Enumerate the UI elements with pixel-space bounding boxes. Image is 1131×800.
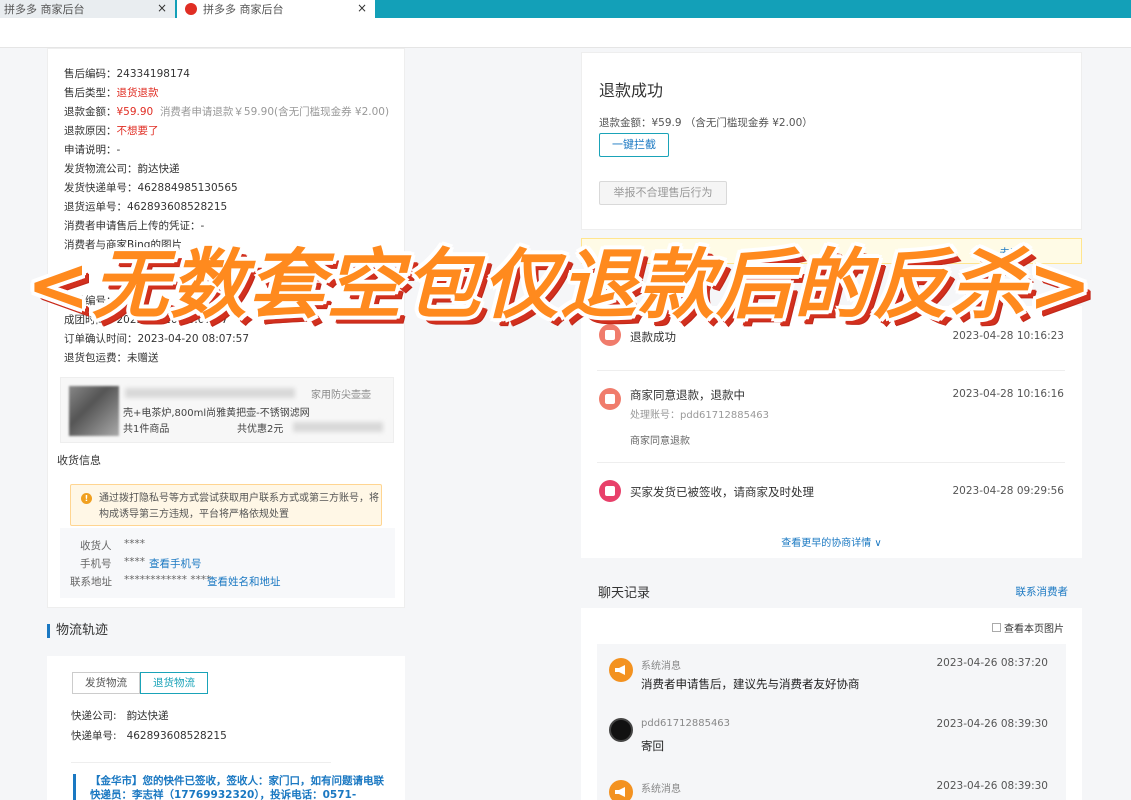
message-time: 2023-04-26 08:37:20 xyxy=(936,657,1048,669)
receiver-info-box: 收货人 **** 手机号 **** 查看手机号 联系地址 ***********… xyxy=(60,528,395,598)
chat-title: 聊天记录 xyxy=(598,586,651,601)
logistics-number: 快递单号: 462893608528215 xyxy=(71,730,227,742)
timeline-item-title: 商家同意退款，退款中 xyxy=(630,388,745,402)
contact-buyer-link[interactable]: 联系消费者 xyxy=(1016,584,1069,599)
ship-number: 发货快递单号：462884985130565 xyxy=(64,182,238,194)
browser-tab-bar: 拼多多 商家后台 × 拼多多 商家后台 × xyxy=(0,0,1131,18)
close-icon[interactable]: × xyxy=(357,1,367,15)
message-list[interactable]: 系统消息 2023-04-26 08:37:20 消费者申请售后，建议先与消费者… xyxy=(597,644,1066,800)
product-name-line1: 家用防尖壶壶 xyxy=(311,390,371,401)
top-strip xyxy=(0,18,1131,48)
checkbox-label: 查看本页图片 xyxy=(1004,624,1064,635)
tab-label: 拼多多 商家后台 xyxy=(203,3,284,16)
package-icon xyxy=(599,480,621,502)
chat-record-card: 聊天记录 联系消费者 查看本页图片 系统消息 2023-04-26 08:37:… xyxy=(581,572,1082,800)
tab-label: 拼多多 商家后台 xyxy=(4,3,85,16)
receiver-name-value: **** xyxy=(124,538,145,550)
refund-amount-summary: 退款金额：¥59.9 （含无门槛现金券 ¥2.00） xyxy=(599,117,813,129)
timeline-item-time: 2023-04-28 10:16:16 xyxy=(952,388,1064,400)
return-waybill: 退货运单号：462893608528215 xyxy=(64,201,228,213)
receiver-section-title: 收货信息 xyxy=(57,454,101,467)
refund-amount: 退款金额：¥59.90 消费者申请退款￥59.90(含无门槛现金券 ¥2.00) xyxy=(64,106,390,118)
return-shipping: 退货包运费：未赠送 xyxy=(64,352,159,364)
receiver-phone-value: **** xyxy=(124,556,145,568)
browser-tab-1[interactable]: 拼多多 商家后台 × xyxy=(0,0,175,18)
privacy-warning: ! 通过拨打隐私号等方式尝试获取用户联系方式或第三方账号，将构成诱导第三方违规，… xyxy=(70,484,382,526)
apply-note: 申请说明：- xyxy=(64,144,121,156)
product-name-line2: 壳+电茶炉,800ml尚雅黄把壶-不锈钢滤网 xyxy=(123,408,310,419)
timeline-item-time: 2023-04-28 09:29:56 xyxy=(952,485,1064,497)
view-earlier-link[interactable]: 查看更早的协商详情 ∨ xyxy=(581,534,1082,549)
logistics-company: 快递公司: 韵达快递 xyxy=(71,710,169,722)
tab-return-logistics[interactable]: 退货物流 xyxy=(140,672,208,694)
receiver-name-label: 收货人 xyxy=(80,540,112,552)
message-sender: pdd61712885463 xyxy=(641,718,731,729)
refund-reason: 退款原因：不想要了 xyxy=(64,125,159,137)
product-item[interactable]: 家用防尖壶壶 壳+电茶炉,800ml尚雅黄把壶-不锈钢滤网 共1件商品 共优惠2… xyxy=(60,377,394,443)
blurred-area xyxy=(293,422,383,432)
timeline-item-account: 处理账号：pdd61712885463 xyxy=(630,410,770,421)
report-button[interactable]: 举报不合理售后行为 xyxy=(599,181,727,205)
blurred-area xyxy=(125,388,295,398)
after-sale-type: 售后类型：退货退款 xyxy=(64,87,159,99)
message-time: 2023-04-26 08:39:30 xyxy=(936,718,1048,730)
refund-status-title: 退款成功 xyxy=(599,81,664,100)
divider xyxy=(597,370,1065,371)
logistics-latest-note: 【金华市】您的快件已签收，签收人：家门口，如有问题请电联快递员：李志祥（1776… xyxy=(73,774,393,800)
headline-text: <无数套空包仅退款后的反杀> xyxy=(26,240,1094,329)
message-sender: 系统消息 xyxy=(641,784,681,795)
logistics-title: 物流轨迹 xyxy=(47,624,108,638)
message-text: 寄回 xyxy=(641,739,664,753)
ship-company: 发货物流公司：韵达快递 xyxy=(64,163,180,175)
receiver-phone-label: 手机号 xyxy=(80,558,112,570)
system-speaker-icon xyxy=(609,658,633,682)
chat-header: 聊天记录 联系消费者 xyxy=(581,572,1082,608)
receiver-address-label: 联系地址 xyxy=(70,576,112,588)
browser-tab-2[interactable]: 拼多多 商家后台 × xyxy=(177,0,375,18)
checkbox-icon[interactable] xyxy=(992,623,1001,632)
view-phone-link[interactable]: 查看手机号 xyxy=(149,556,202,571)
divider xyxy=(597,462,1065,463)
order-confirm-time: 订单确认时间：2023-04-20 08:07:57 xyxy=(64,333,250,345)
warning-text: 通过拨打隐私号等方式尝试获取用户联系方式或第三方账号，将构成诱导第三方违规，平台… xyxy=(99,493,379,520)
overlay-headline: <无数套空包仅退款后的反杀> xyxy=(26,228,1091,329)
system-speaker-icon xyxy=(609,780,633,800)
product-thumbnail xyxy=(69,386,119,436)
product-count: 共1件商品 xyxy=(123,424,170,435)
merchant-avatar xyxy=(609,718,633,742)
message-time: 2023-04-26 08:39:30 xyxy=(936,780,1048,792)
timeline-item-title: 买家发货已被签收，请商家及时处理 xyxy=(630,485,814,499)
message-text: 消费者申请售后，建议先与消费者友好协商 xyxy=(641,677,860,691)
after-sale-code: 售后编码：24334198174 xyxy=(64,68,190,80)
refund-status-card: 退款成功 退款金额：¥59.9 （含无门槛现金券 ¥2.00） 一键拦截 举报不… xyxy=(581,52,1082,230)
intercept-button[interactable]: 一键拦截 xyxy=(599,133,669,157)
receiver-address-value: ************ **** xyxy=(124,574,212,586)
view-address-link[interactable]: 查看姓名和地址 xyxy=(207,574,281,589)
tab-shipping-logistics[interactable]: 发货物流 xyxy=(72,672,140,694)
warning-icon: ! xyxy=(81,493,92,504)
product-discount: 共优惠2元 xyxy=(237,424,284,435)
message-sender: 系统消息 xyxy=(641,661,681,672)
logistics-card: 发货物流 退货物流 快递公司: 韵达快递 快递单号: 4628936085282… xyxy=(47,656,405,800)
divider xyxy=(71,762,331,763)
pinduoduo-logo-icon xyxy=(185,3,197,15)
timeline-item-detail: 商家同意退款 xyxy=(630,436,690,447)
refund-icon xyxy=(599,388,621,410)
close-icon[interactable]: × xyxy=(157,1,167,15)
view-images-checkbox[interactable]: 查看本页图片 xyxy=(992,620,1064,635)
